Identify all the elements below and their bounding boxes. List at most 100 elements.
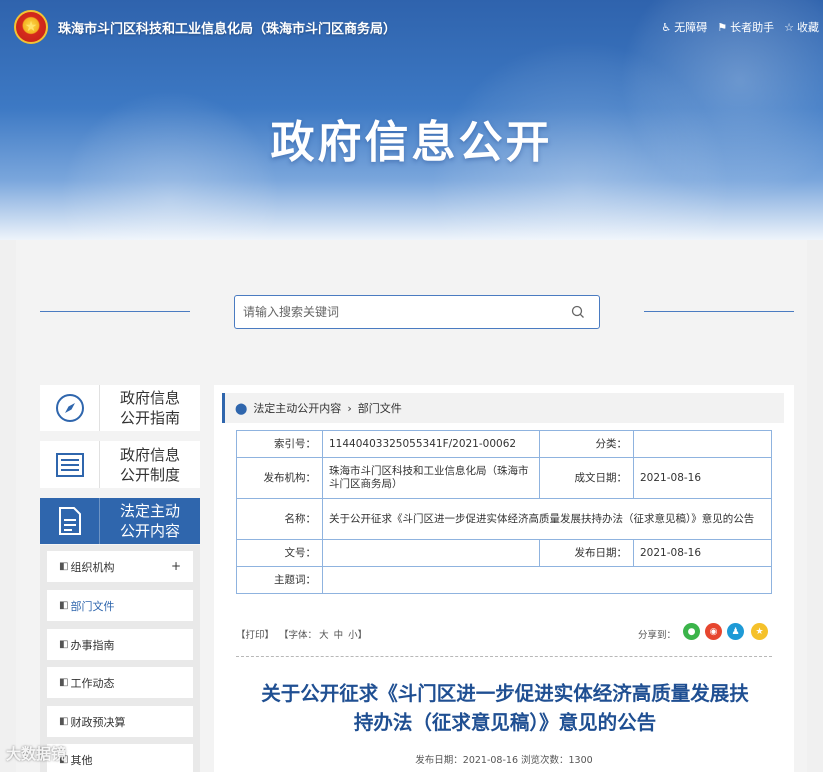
submenu-item-work-news[interactable]: ◧ 工作动态 (47, 667, 193, 698)
created-date-label: 成文日期： (539, 457, 634, 499)
name-label: 名称： (236, 498, 323, 540)
favorite-button[interactable]: ☆ 收藏 (784, 19, 819, 35)
top-tools: ♿ 无障碍 ⚑ 长者助手 ☆ 收藏 (661, 19, 819, 35)
article-title-line-1: 关于公开征求《斗门区进一步促进实体经济高质量发展扶 (261, 682, 749, 705)
created-date-value: 2021-08-16 (633, 457, 772, 499)
search-icon[interactable] (571, 305, 585, 319)
submenu-item-label: 工作动态 (70, 676, 115, 690)
submenu-item-label: 办事指南 (70, 638, 115, 652)
font-large-button[interactable]: 大 (319, 630, 329, 641)
divider (236, 656, 772, 657)
weibo-icon[interactable]: ◉ (705, 623, 722, 640)
search-box (234, 295, 600, 329)
article-toolbar: 【打印】 【字体：大 中 小】 分享到： ● ◉ ♟ ★ (236, 623, 772, 643)
search-input[interactable] (243, 302, 553, 322)
index-no-label: 索引号： (236, 430, 323, 458)
submenu-item-organization[interactable]: ◧ 组织机构 + (47, 551, 193, 582)
sidebar-item-label: 政府信息 公开指南 (100, 388, 200, 428)
elder-assist-icon: ⚑ (717, 20, 728, 34)
subject-label: 主题词： (236, 566, 323, 594)
submenu-item-label: 财政预决算 (70, 715, 126, 729)
star-icon: ☆ (784, 20, 794, 34)
published-date-value: 2021-08-16 (633, 539, 772, 567)
name-value: 关于公开征求《斗门区进一步促进实体经济高质量发展扶持办法（征求意见稿）》意见的公… (322, 498, 772, 540)
sidebar-icon-wrap (40, 441, 100, 488)
submenu-item-other[interactable]: ◧ 其他 (47, 744, 193, 772)
sidebar-icon-wrap (40, 385, 100, 431)
document-icon (58, 507, 81, 535)
sidebar-icon-wrap (40, 498, 100, 544)
accessibility-button[interactable]: ♿ 无障碍 (661, 19, 707, 35)
submenu-item-label: 部门文件 (70, 599, 115, 613)
header-banner: ★ 珠海市斗门区科技和工业信息化局（珠海市斗门区商务局） ♿ 无障碍 ⚑ 长者助… (0, 0, 823, 240)
table-row: 文号： 发布日期： 2021-08-16 (236, 539, 772, 567)
national-emblem-icon[interactable]: ★ (14, 10, 48, 44)
page-icon: ◧ (59, 639, 69, 650)
table-row: 索引号： 11440403325055341F/2021-00062 分类： (236, 430, 772, 458)
print-button[interactable]: 【打印】 (236, 630, 274, 641)
article-title: 关于公开征求《斗门区进一步促进实体经济高质量发展扶 持办法（征求意见稿）》意见的… (232, 679, 778, 737)
page-icon: ◧ (59, 600, 69, 611)
sidebar-item-label: 法定主动 公开内容 (100, 501, 200, 541)
submenu-item-department-docs[interactable]: ◧ 部门文件 (47, 590, 193, 621)
sidebar-label-line-1: 法定主动 (119, 502, 180, 520)
top-bar: ★ 珠海市斗门区科技和工业信息化局（珠海市斗门区商务局） ♿ 无障碍 ⚑ 长者助… (0, 0, 823, 56)
elder-assist-button[interactable]: ⚑ 长者助手 (717, 19, 774, 35)
article-meta: 发布日期：2021-08-16 浏览次数：1300 (415, 755, 593, 766)
sidebar-item-mandatory-disclosure[interactable]: 法定主动 公开内容 (40, 498, 200, 544)
wechat-icon[interactable]: ● (683, 623, 700, 640)
subject-value (322, 566, 772, 594)
submenu-item-label: 其他 (70, 753, 93, 767)
sidebar-item-disclosure-system[interactable]: 政府信息 公开制度 (40, 441, 200, 488)
submenu-item-service-guide[interactable]: ◧ 办事指南 (47, 629, 193, 660)
compass-icon (55, 394, 84, 422)
article-title-line-2: 持办法（征求意见稿）》意见的公告 (353, 711, 657, 734)
page-icon: ◧ (59, 677, 69, 688)
table-row: 发布机构： 珠海市斗门区科技和工业信息化局（珠海市斗门区商务局） 成文日期： 2… (236, 457, 772, 499)
favorite-label: 收藏 (797, 21, 819, 34)
category-label: 分类： (539, 430, 634, 458)
sidebar-item-label: 政府信息 公开制度 (100, 445, 200, 485)
sidebar-label-line-1: 政府信息 (119, 445, 180, 464)
sidebar-submenu: ◧ 组织机构 + ◧ 部门文件 ◧ 办事指南 ◧ 工作动态 ◧ 财政预决算 ◧ … (40, 545, 200, 772)
font-small-button[interactable]: 小】 (348, 630, 367, 641)
banner-title: 政府信息公开 (270, 117, 553, 168)
qzone-icon[interactable]: ★ (751, 623, 768, 640)
publisher-label: 发布机构： (236, 457, 323, 499)
table-row: 主题词： (236, 566, 772, 594)
search-divider-right (644, 311, 794, 312)
expand-icon[interactable]: + (171, 559, 181, 573)
font-size-label: 【字体： (279, 630, 318, 641)
share-label: 分享到： (638, 630, 677, 641)
sidebar-label-line-2: 公开内容 (119, 522, 180, 540)
list-document-icon (55, 452, 84, 477)
doc-no-label: 文号： (236, 539, 323, 567)
accessibility-label: 无障碍 (674, 21, 708, 34)
sidebar-item-disclosure-guide[interactable]: 政府信息 公开指南 (40, 385, 200, 431)
category-value (633, 430, 772, 458)
table-row: 名称： 关于公开征求《斗门区进一步促进实体经济高质量发展扶持办法（征求意见稿）》… (236, 498, 772, 540)
sidebar-label-line-1: 政府信息 (119, 389, 180, 407)
location-pin-icon: ⬤ (235, 401, 248, 415)
site-title[interactable]: 珠海市斗门区科技和工业信息化局（珠海市斗门区商务局） (58, 18, 396, 37)
accessibility-icon: ♿ (661, 20, 672, 34)
document-info-table: 索引号： 11440403325055341F/2021-00062 分类： 发… (236, 430, 772, 594)
elder-assist-label: 长者助手 (730, 21, 775, 34)
page-icon: ◧ (59, 716, 69, 727)
breadcrumb-root[interactable]: 法定主动公开内容 (253, 400, 341, 416)
font-medium-button[interactable]: 中 (334, 630, 344, 641)
submenu-item-label: 组织机构 (70, 560, 115, 574)
search-divider-left (40, 311, 190, 312)
watermark-logo: 大数据镜 (6, 745, 67, 763)
published-date-label: 发布日期： (539, 539, 634, 567)
breadcrumb-separator: › (347, 401, 352, 415)
qq-icon[interactable]: ♟ (727, 623, 744, 640)
submenu-item-budget[interactable]: ◧ 财政预决算 (47, 706, 193, 737)
print-font-tools: 【打印】 【字体：大 中 小】 (236, 627, 369, 641)
index-no-value: 11440403325055341F/2021-00062 (322, 430, 540, 458)
breadcrumb-current[interactable]: 部门文件 (358, 400, 402, 416)
page-icon: ◧ (59, 561, 69, 572)
doc-no-value (322, 539, 540, 567)
breadcrumb: ⬤ 法定主动公开内容 › 部门文件 (222, 393, 784, 423)
publisher-value: 珠海市斗门区科技和工业信息化局（珠海市斗门区商务局） (322, 457, 540, 499)
